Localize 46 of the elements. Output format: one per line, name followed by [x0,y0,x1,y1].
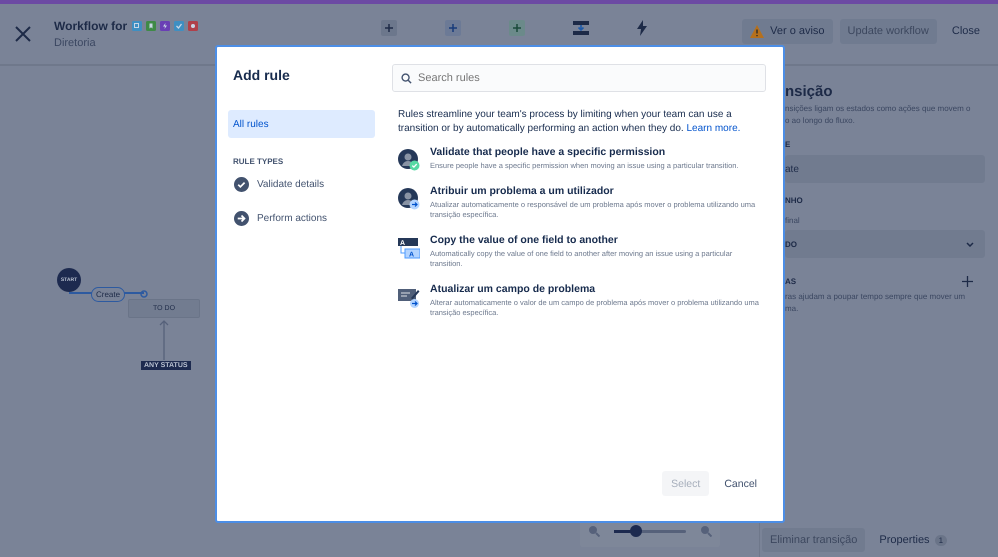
panel-description: ras ajudam a poupar tempo sempre que mover um [785,291,966,303]
name-field[interactable]: ate [785,155,985,183]
lightning-icon[interactable] [637,20,647,36]
add-status-icon[interactable] [509,20,525,36]
field-hint: final [785,216,801,225]
close-icon[interactable] [15,26,31,42]
check-circle-icon [234,176,249,192]
field-label: NHO [785,196,804,205]
intro-text: Rules streamline your team's process by limiting when your team can use a transition or by automatically performing an action when they do. Learn more. [398,108,742,136]
panel-description: ma. [785,303,800,315]
rule-title: Validate that people have a specific permission [430,146,666,158]
close-button[interactable]: Close [944,18,988,44]
rule-type-item[interactable]: Validate details [228,175,375,193]
search-icon [401,72,412,84]
section-label: AS [785,277,796,286]
transition-label[interactable]: Create [91,287,126,302]
search-field[interactable]: Search rules [392,64,766,92]
warning-button[interactable]: Ver o aviso [742,18,833,44]
cancel-button[interactable]: Cancel [715,471,766,496]
properties-tab[interactable]: Properties 1 [879,534,948,546]
dialog-title: Add rule [233,67,291,85]
rule-title: Atribuir um problema a um utilizador [430,185,615,197]
rule-title: Atualizar um campo de problema [430,283,596,295]
workflow-title: Workflow for [54,19,128,33]
count-badge: 1 [934,534,948,546]
rule-type-item[interactable]: Perform actions [228,209,375,227]
arrow [159,320,169,360]
panel-description: o ao longo do fluxo. [785,115,856,127]
field-label: E [785,140,792,149]
user-check-icon [398,149,420,171]
edit-field-icon [398,286,420,308]
all-rules-item[interactable]: All rules [228,110,375,138]
warning-icon [750,24,764,38]
destination-select[interactable]: DO [785,230,985,258]
add-status-icon[interactable] [381,20,397,36]
learn-more-link[interactable]: Learn more. [686,123,740,134]
project-name: Diretoria [54,37,97,49]
plus-icon[interactable] [962,276,973,287]
rule-types-heading: RULE TYPES [233,157,284,166]
panel-description: nsições ligam os estados como ações que movem o [785,103,972,115]
arrow-circle-icon [234,210,249,226]
chevron-down-icon [966,242,974,246]
add-status-icon[interactable] [445,20,461,36]
panel-title: nsição [785,83,834,100]
rule-title: Copy the value of one field to another [430,234,619,246]
transition-icon[interactable] [573,21,589,35]
